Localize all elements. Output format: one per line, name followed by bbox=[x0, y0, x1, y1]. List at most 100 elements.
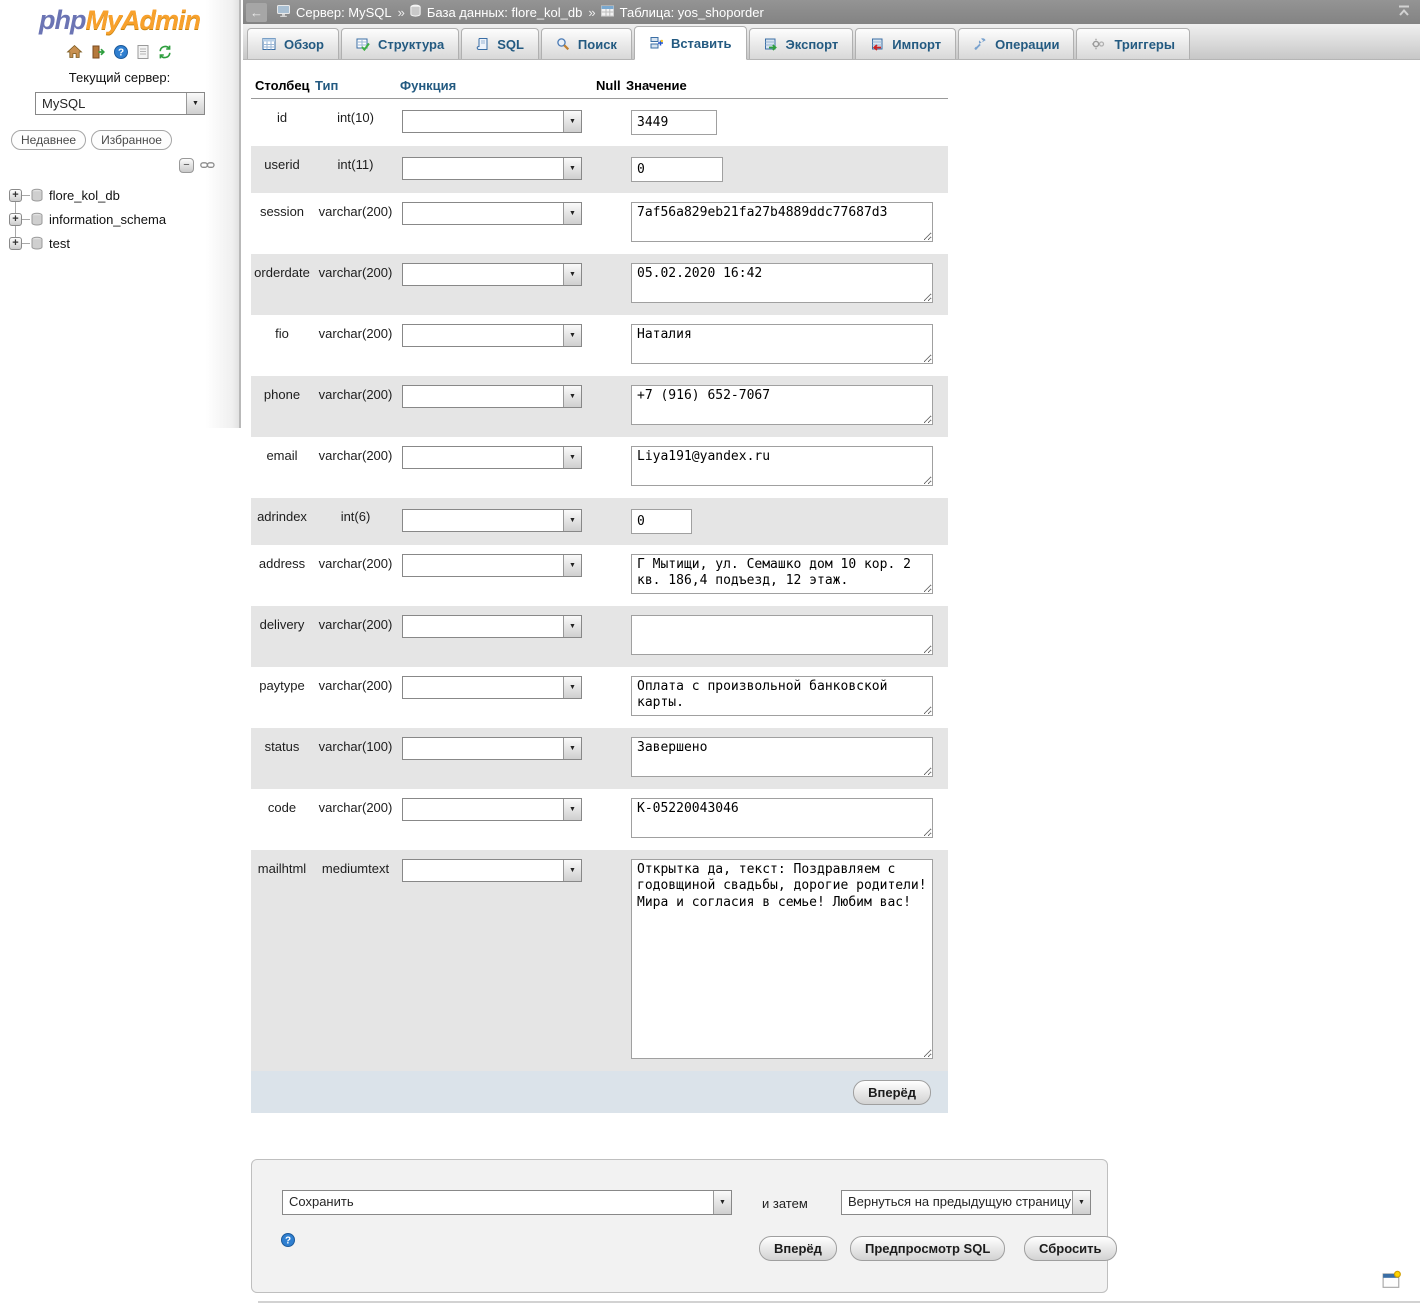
chevron-down-icon: ▼ bbox=[1072, 1191, 1090, 1214]
function-select[interactable]: ▼ bbox=[402, 615, 582, 638]
table-row: orderdate varchar(200) ▼ 05.02.2020 16:4… bbox=[251, 254, 948, 315]
insert-icon bbox=[649, 36, 663, 50]
value-textarea[interactable]: Наталия bbox=[631, 324, 933, 364]
database-icon bbox=[30, 236, 44, 251]
home-icon[interactable] bbox=[66, 44, 83, 60]
gear-icon bbox=[1091, 37, 1106, 51]
after-insert-select[interactable]: Вернуться на предыдущую страницу ▼ bbox=[841, 1190, 1091, 1215]
column-name: orderdate bbox=[251, 254, 313, 315]
expand-icon[interactable]: + bbox=[9, 236, 22, 250]
value-textarea[interactable] bbox=[631, 615, 933, 655]
function-select[interactable]: ▼ bbox=[402, 798, 582, 821]
reset-button[interactable]: Сбросить bbox=[1024, 1236, 1117, 1261]
tab-browse[interactable]: Обзор bbox=[247, 28, 339, 59]
column-name: address bbox=[258, 556, 306, 571]
function-select[interactable]: ▼ bbox=[402, 509, 582, 532]
nav-icon-row: ? bbox=[0, 43, 239, 61]
svg-text:?: ? bbox=[118, 48, 124, 59]
tree-item-flore-kol-db[interactable]: + flore_kol_db bbox=[0, 183, 239, 207]
function-select[interactable]: ▼ bbox=[402, 859, 582, 882]
table-row: paytype varchar(200) ▼ Оплата с произвол… bbox=[251, 667, 948, 728]
column-type: varchar(200) bbox=[318, 204, 393, 219]
value-textarea[interactable]: Liya191@yandex.ru bbox=[631, 446, 933, 486]
function-select[interactable]: ▼ bbox=[402, 385, 582, 408]
null-cell bbox=[594, 850, 624, 1071]
function-select[interactable]: ▼ bbox=[402, 110, 582, 133]
tree-connector bbox=[22, 242, 30, 244]
server-icon bbox=[276, 4, 291, 21]
tab-triggers[interactable]: Триггеры bbox=[1076, 28, 1190, 59]
help-icon[interactable]: ? bbox=[113, 44, 129, 60]
value-textarea[interactable]: Открытка да, текст: Поздравляем с годовщ… bbox=[631, 859, 933, 1059]
function-select[interactable]: ▼ bbox=[402, 446, 582, 469]
value-textarea[interactable]: Г Мытищи, ул. Семашко дом 10 кор. 2 кв. … bbox=[631, 554, 933, 594]
table-row: address varchar(200) ▼ Г Мытищи, ул. Сем… bbox=[251, 545, 948, 606]
favorites-tab[interactable]: Избранное bbox=[91, 130, 172, 150]
value-textarea[interactable]: Завершено bbox=[631, 737, 933, 777]
null-cell bbox=[594, 146, 624, 193]
tab-operations[interactable]: Операции bbox=[958, 28, 1075, 59]
open-new-window-icon[interactable] bbox=[1382, 1270, 1401, 1292]
function-select[interactable]: ▼ bbox=[402, 554, 582, 577]
link-icon[interactable] bbox=[200, 158, 215, 173]
preview-sql-button[interactable]: Предпросмотр SQL bbox=[850, 1236, 1006, 1261]
go-button[interactable]: Вперёд bbox=[759, 1236, 837, 1261]
tree-item-test[interactable]: + test bbox=[0, 231, 239, 255]
function-select[interactable]: ▼ bbox=[402, 263, 582, 286]
save-action-select[interactable]: Сохранить ▼ bbox=[282, 1190, 732, 1215]
column-type: varchar(200) bbox=[318, 678, 393, 693]
value-input[interactable] bbox=[631, 509, 692, 534]
tab-label: Импорт bbox=[892, 36, 942, 52]
null-cell bbox=[594, 728, 624, 789]
function-select[interactable]: ▼ bbox=[402, 202, 582, 225]
function-select[interactable]: ▼ bbox=[402, 737, 582, 760]
value-textarea[interactable]: 05.02.2020 16:42 bbox=[631, 263, 933, 303]
main-panel: ← Сервер: MySQL » База данных: flore_kol… bbox=[243, 0, 1420, 1305]
tab-label: Операции bbox=[995, 36, 1060, 52]
chevron-down-icon: ▼ bbox=[563, 738, 581, 759]
docs-icon[interactable] bbox=[136, 44, 150, 60]
function-select[interactable]: ▼ bbox=[402, 157, 582, 180]
logout-icon[interactable] bbox=[90, 44, 106, 60]
chevron-down-icon: ▼ bbox=[713, 1191, 731, 1214]
function-select[interactable]: ▼ bbox=[402, 676, 582, 699]
value-input[interactable] bbox=[631, 157, 723, 182]
tree-item-information-schema[interactable]: + information_schema bbox=[0, 207, 239, 231]
tab-structure[interactable]: Структура bbox=[341, 28, 460, 59]
header-function[interactable]: Функция bbox=[398, 74, 594, 99]
header-type[interactable]: Тип bbox=[313, 74, 398, 99]
tab-export[interactable]: Экспорт bbox=[748, 28, 854, 59]
value-input[interactable] bbox=[631, 110, 717, 135]
expand-icon[interactable]: + bbox=[9, 188, 22, 202]
column-name: paytype bbox=[259, 678, 305, 693]
expand-icon[interactable]: + bbox=[9, 212, 22, 226]
go-button[interactable]: Вперёд bbox=[853, 1079, 931, 1105]
value-textarea[interactable]: Оплата с произвольной банковской карты. bbox=[631, 676, 933, 716]
collapse-top-icon[interactable] bbox=[1396, 3, 1412, 21]
null-cell bbox=[594, 193, 624, 254]
back-button[interactable]: ← bbox=[246, 2, 267, 22]
help-icon[interactable]: ? bbox=[280, 1232, 296, 1251]
collapse-all-icon[interactable]: − bbox=[179, 158, 194, 173]
tree-connector bbox=[22, 194, 30, 196]
tab-import[interactable]: Импорт bbox=[855, 28, 957, 59]
breadcrumb-server[interactable]: Сервер: MySQL bbox=[276, 4, 392, 21]
svg-text:?: ? bbox=[285, 1236, 291, 1247]
value-textarea[interactable]: 7af56a829eb21fa27b4889ddc77687d3 bbox=[631, 202, 933, 242]
function-select[interactable]: ▼ bbox=[402, 324, 582, 347]
breadcrumb-database-label: База данных: flore_kol_db bbox=[426, 4, 583, 20]
tab-search[interactable]: Поиск bbox=[540, 28, 632, 59]
null-cell bbox=[594, 789, 624, 850]
breadcrumb-table-label: Таблица: yos_shoporder bbox=[619, 4, 764, 20]
recent-tab[interactable]: Недавнее bbox=[11, 130, 87, 150]
value-textarea[interactable]: К-05220043046 bbox=[631, 798, 933, 838]
column-name: delivery bbox=[251, 606, 313, 667]
value-textarea[interactable]: +7 (916) 652-7067 bbox=[631, 385, 933, 425]
tab-sql[interactable]: SQL bbox=[461, 28, 539, 59]
breadcrumb-table[interactable]: Таблица: yos_shoporder bbox=[600, 4, 764, 21]
breadcrumb-database[interactable]: База данных: flore_kol_db bbox=[409, 4, 583, 21]
tab-insert[interactable]: Вставить bbox=[633, 26, 747, 60]
phpmyadmin-logo[interactable]: phpMyAdmin bbox=[0, 0, 239, 36]
server-select[interactable]: MySQL ▼ bbox=[35, 92, 205, 115]
refresh-icon[interactable] bbox=[157, 44, 173, 60]
